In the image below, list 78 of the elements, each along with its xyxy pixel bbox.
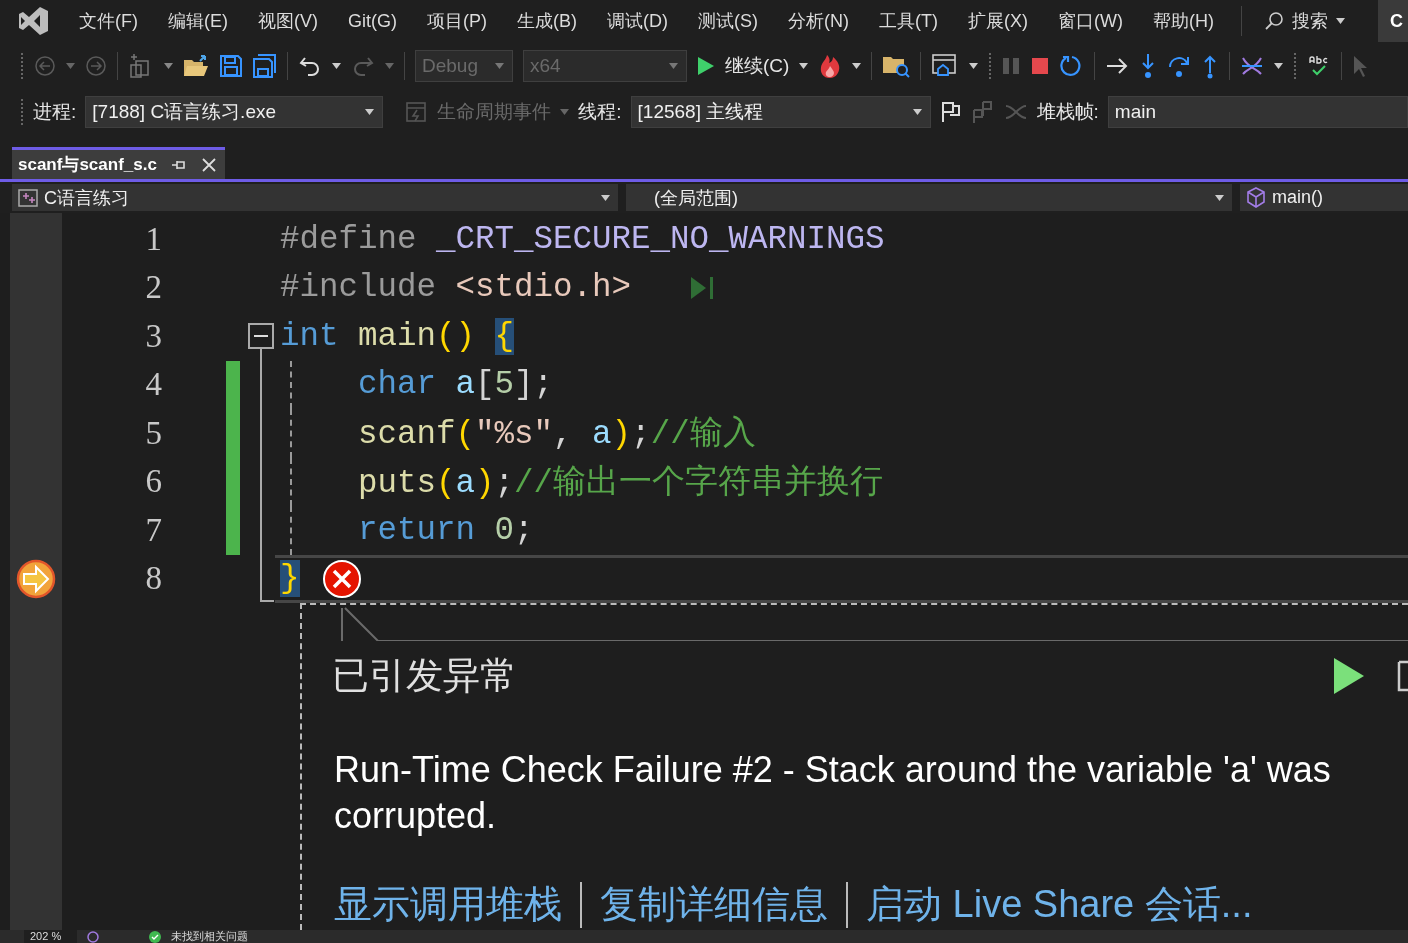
caret-icon[interactable]	[799, 63, 809, 69]
back-icon[interactable]	[34, 55, 56, 77]
save-all-icon[interactable]	[253, 54, 277, 78]
continue-button[interactable]: 继续(C)	[697, 53, 790, 79]
lifecycle-icon	[405, 101, 428, 123]
code-line: return 0;	[358, 511, 534, 549]
editor-tab[interactable]: scanf与scanf_s.c	[12, 147, 225, 179]
line-number: 5	[144, 414, 162, 452]
code-line: scanf("%s", a);//输入	[358, 414, 756, 456]
menu-item[interactable]: 调试(D)	[592, 9, 683, 33]
menu-item[interactable]: 分析(N)	[773, 9, 864, 33]
field-label: 进程:	[33, 100, 77, 124]
code-line: #define _CRT_SECURE_NO_WARNINGS	[280, 220, 885, 258]
menu-item[interactable]: 帮助(H)	[1137, 9, 1229, 33]
check-icon	[149, 930, 162, 943]
caret-icon[interactable]	[601, 194, 610, 201]
menu-item[interactable]: 测试(S)	[683, 9, 773, 33]
caret-icon[interactable]	[852, 63, 862, 69]
caret-icon[interactable]	[332, 63, 341, 69]
close-icon[interactable]	[200, 156, 217, 173]
menu-item[interactable]: 项目(P)	[412, 9, 502, 33]
menu-item[interactable]: 扩展(X)	[952, 9, 1043, 33]
popup-link[interactable]: 显示调用堆栈	[334, 879, 562, 930]
play-icon	[697, 56, 715, 76]
menu-item[interactable]: 生成(B)	[502, 9, 592, 33]
caret-icon[interactable]	[365, 109, 375, 115]
popup-link[interactable]: 启动 Live Share 会话...	[866, 879, 1253, 930]
stack-frame-dropdown[interactable]: main	[1107, 96, 1408, 128]
exception-message: Run-Time Check Failure #2 - Stack around the variable 'a' was corrupted.	[333, 748, 1332, 838]
solution-button[interactable]: C	[1378, 0, 1408, 42]
caret-icon[interactable]	[1274, 63, 1284, 69]
stop-icon[interactable]	[1030, 56, 1051, 76]
caret-icon[interactable]	[164, 63, 173, 69]
caret-icon[interactable]	[1335, 18, 1345, 24]
code-line: char a[5];	[358, 366, 554, 404]
popup-title: 已引发异常	[332, 654, 518, 698]
line-number: 4	[144, 366, 162, 404]
flag-icon[interactable]	[939, 100, 962, 124]
code-line: int main() {	[280, 317, 515, 355]
project-icon	[18, 187, 38, 208]
open-folder-icon[interactable]	[183, 54, 209, 78]
cube-icon	[1246, 186, 1266, 209]
popup-link[interactable]: 复制详细信息	[600, 879, 828, 930]
line-number: 3	[144, 317, 162, 355]
field-label: 线程:	[578, 100, 622, 124]
line-number: 7	[144, 511, 162, 549]
continue-icon[interactable]	[1332, 656, 1366, 696]
field-label: 堆栈帧:	[1036, 100, 1099, 124]
line-number: 2	[144, 269, 162, 307]
process-dropdown[interactable]: [7188] C语言练习.exe	[85, 96, 384, 128]
menu-item[interactable]: 工具(T)	[864, 9, 953, 33]
menu-item[interactable]: Git(G)	[333, 10, 412, 32]
scope-dropdown[interactable]: (全局范围)	[626, 184, 1232, 211]
thread-dropdown[interactable]: [12568] 主线程	[630, 96, 931, 128]
collapse-icon[interactable]	[248, 323, 274, 361]
caret-icon[interactable]	[1215, 194, 1224, 201]
zoom-level[interactable]: 202 %	[24, 930, 78, 943]
caret-icon[interactable]	[969, 63, 979, 69]
line-number: 8	[144, 560, 162, 598]
save-icon[interactable]	[219, 54, 243, 78]
member-dropdown[interactable]: main()	[1240, 184, 1408, 211]
code-line: #include <stdio.h>	[280, 269, 632, 307]
issues-status[interactable]: 未找到相关问题	[171, 930, 249, 943]
line-number: 1	[144, 220, 162, 258]
project-dropdown[interactable]: C语言练习	[12, 184, 618, 211]
menu-item[interactable]: 文件(F)	[64, 9, 153, 33]
search-icon	[1263, 11, 1284, 31]
menu-item[interactable]: 窗口(W)	[1042, 9, 1138, 33]
visual-studio-logo	[16, 6, 50, 36]
search-button[interactable]: 搜索	[1255, 9, 1353, 33]
caret-icon[interactable]	[912, 109, 922, 115]
forward-icon[interactable]	[85, 55, 107, 77]
copilot-icon[interactable]	[87, 930, 100, 943]
menu-item[interactable]: 编辑(E)	[153, 9, 243, 33]
line-number: 6	[144, 463, 162, 501]
code-line: puts(a);//输出一个字符串并换行	[358, 463, 884, 504]
arrow-right-icon[interactable]	[1105, 56, 1130, 76]
menu-item[interactable]: 视图(V)	[243, 9, 333, 33]
